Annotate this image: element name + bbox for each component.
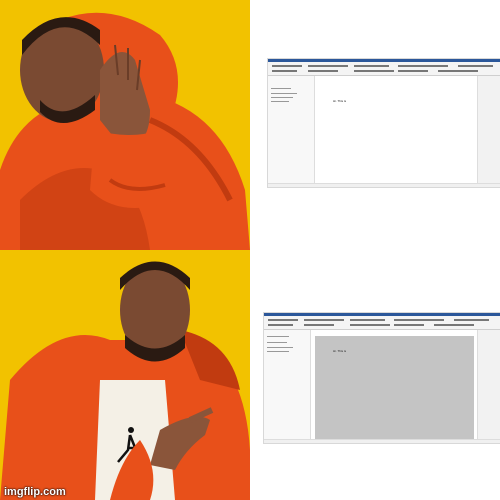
document-text: Hi. This is — [333, 349, 347, 353]
navigation-pane[interactable] — [268, 76, 315, 184]
drake-meme: Hi. This is Hi. This is imgflip.com — [0, 0, 500, 500]
drake-approving-illustration — [0, 250, 250, 500]
navigation-pane[interactable] — [264, 330, 311, 440]
word-window: Hi. This is — [263, 312, 500, 444]
right-scroll-area[interactable] — [477, 330, 500, 440]
document-page[interactable]: Hi. This is — [315, 76, 478, 184]
right-scroll-area[interactable] — [477, 76, 500, 184]
status-bar — [264, 439, 500, 443]
word-window: Hi. This is — [267, 58, 500, 188]
drake-rejecting-photo — [0, 0, 250, 250]
document-canvas[interactable]: Hi. This is — [311, 330, 478, 440]
imgflip-watermark: imgflip.com — [4, 486, 66, 498]
ribbon-toolbar[interactable] — [268, 59, 500, 76]
document-page-gray[interactable]: Hi. This is — [315, 336, 474, 440]
word-screenshot-normal: Hi. This is — [250, 0, 500, 250]
document-text: Hi. This is — [333, 99, 347, 103]
ribbon-toolbar[interactable] — [264, 313, 500, 330]
word-screenshot-gray: Hi. This is — [250, 250, 500, 500]
status-bar — [268, 183, 500, 187]
title-bar — [268, 59, 500, 62]
drake-approving-photo — [0, 250, 250, 500]
drake-rejecting-illustration — [0, 0, 250, 250]
title-bar — [264, 313, 500, 316]
document-canvas[interactable]: Hi. This is — [315, 76, 478, 184]
